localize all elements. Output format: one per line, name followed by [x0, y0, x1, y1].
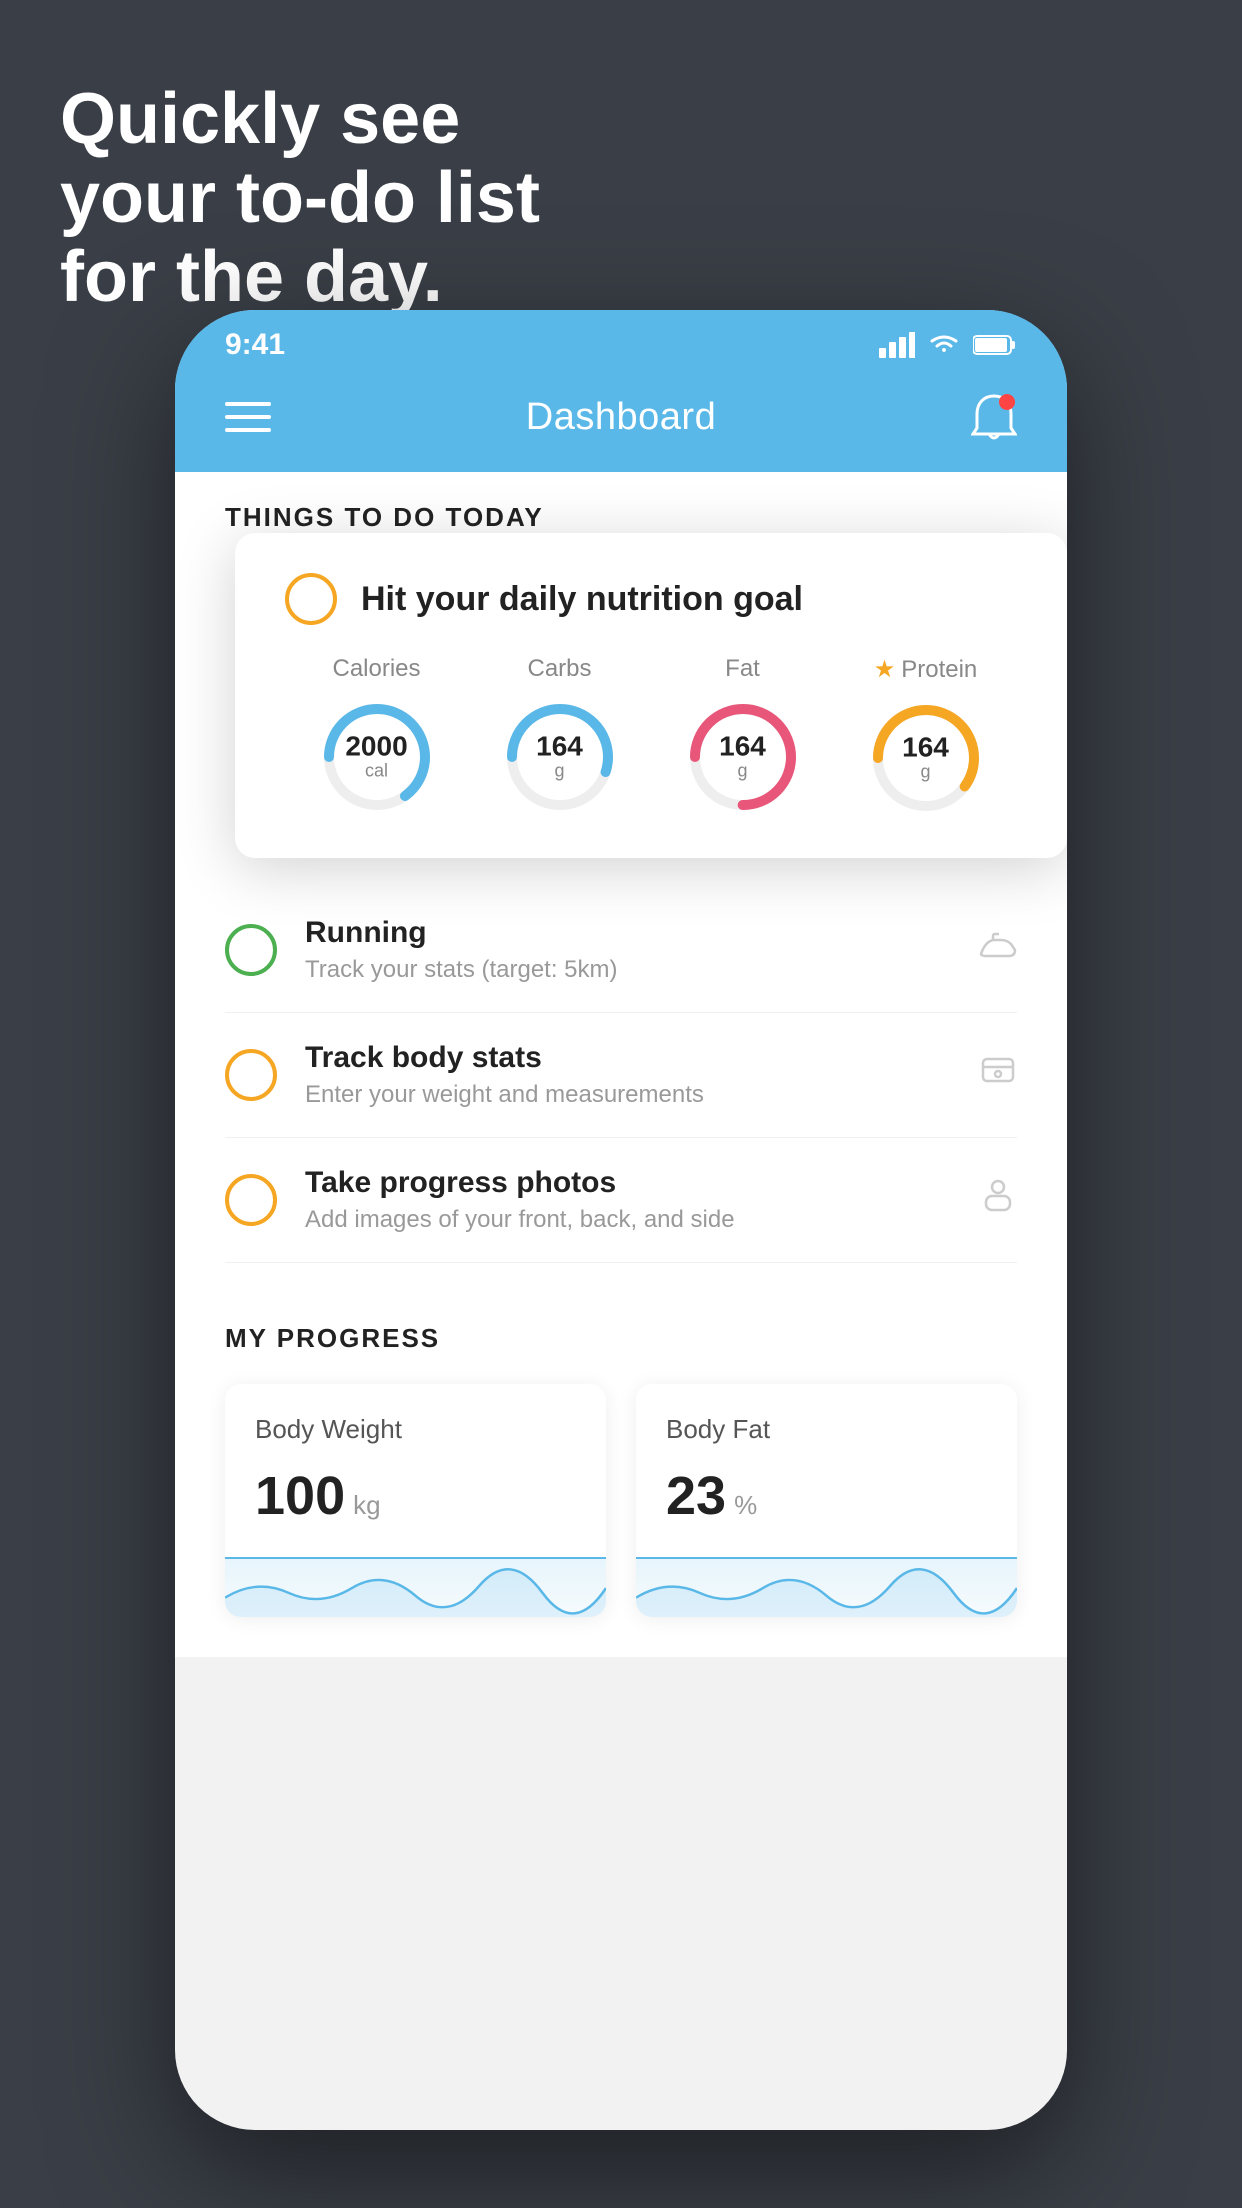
bell-icon[interactable] — [971, 392, 1017, 442]
todo-subtitle: Add images of your front, back, and side — [305, 1206, 951, 1234]
status-bar: 9:41 — [175, 310, 1067, 372]
progress-card-body-weight[interactable]: Body Weight 100 kg — [225, 1384, 606, 1617]
menu-icon[interactable] — [225, 402, 271, 432]
progress-unit: % — [734, 1490, 757, 1521]
mini-chart — [225, 1557, 606, 1617]
nutrition-item-carbs: Carbs 164 g — [500, 655, 620, 817]
todo-subtitle: Enter your weight and measurements — [305, 1081, 951, 1109]
nutrition-circles: Calories 2000 cal Carbs 164 g Fat — [285, 655, 1017, 818]
status-icons — [879, 332, 1017, 358]
progress-card-body-fat[interactable]: Body Fat 23 % — [636, 1384, 1017, 1617]
battery-icon — [973, 334, 1017, 356]
nav-title: Dashboard — [526, 396, 716, 439]
progress-card-title: Body Weight — [255, 1414, 576, 1445]
progress-number: 100 — [255, 1465, 345, 1527]
donut-text: 164 g — [719, 733, 766, 782]
nutrition-item-fat: Fat 164 g — [683, 655, 803, 817]
todo-checkbox[interactable] — [225, 1049, 277, 1101]
phone-mockup: 9:41 — [175, 310, 1067, 2130]
progress-section: MY PROGRESS Body Weight 100 kg Body Fat … — [175, 1263, 1067, 1657]
todo-circle-nutrition — [285, 573, 337, 625]
todo-checkbox[interactable] — [225, 924, 277, 976]
donut-text: 164 g — [902, 734, 949, 783]
todo-subtitle: Track your stats (target: 5km) — [305, 956, 951, 984]
donut-text: 2000 cal — [345, 733, 407, 782]
progress-cards: Body Weight 100 kg Body Fat 23 % — [225, 1384, 1017, 1617]
mini-chart — [636, 1557, 1017, 1617]
person-icon — [979, 1176, 1017, 1224]
progress-card-title: Body Fat — [666, 1414, 987, 1445]
todo-title: Take progress photos — [305, 1166, 951, 1200]
progress-value: 100 kg — [255, 1465, 576, 1527]
todo-title: Track body stats — [305, 1041, 951, 1075]
progress-number: 23 — [666, 1465, 726, 1527]
headline-line3: for the day. — [60, 238, 540, 317]
headline-line2: your to-do list — [60, 159, 540, 238]
todo-item[interactable]: Take progress photos Add images of your … — [225, 1138, 1017, 1263]
signal-icon — [879, 332, 915, 358]
nutrition-label: ★Protein — [874, 655, 978, 684]
donut-carbs: 164 g — [500, 697, 620, 817]
headline: Quickly see your to-do list for the day. — [60, 80, 540, 318]
nutrition-item-protein: ★Protein 164 g — [866, 655, 986, 818]
nutrition-card: Hit your daily nutrition goal Calories 2… — [235, 533, 1067, 858]
phone-body: Hit your daily nutrition goal Calories 2… — [175, 533, 1067, 1657]
donut-calories: 2000 cal — [317, 697, 437, 817]
shoe-icon — [979, 926, 1017, 974]
section-header: THINGS TO DO TODAY — [175, 472, 1067, 533]
todo-content: Running Track your stats (target: 5km) — [305, 916, 951, 984]
todo-content: Take progress photos Add images of your … — [305, 1166, 951, 1234]
card-header: Hit your daily nutrition goal — [285, 573, 1017, 625]
todo-title: Running — [305, 916, 951, 950]
progress-unit: kg — [353, 1490, 380, 1521]
card-title: Hit your daily nutrition goal — [361, 580, 803, 619]
donut-fat: 164 g — [683, 697, 803, 817]
progress-value: 23 % — [666, 1465, 987, 1527]
nutrition-label: Calories — [332, 655, 420, 683]
star-icon: ★ — [874, 655, 896, 684]
wifi-icon — [927, 332, 961, 358]
progress-header: MY PROGRESS — [225, 1323, 1017, 1354]
todo-item[interactable]: Track body stats Enter your weight and m… — [225, 1013, 1017, 1138]
headline-line1: Quickly see — [60, 80, 540, 159]
todo-list: Running Track your stats (target: 5km) T… — [175, 888, 1067, 1263]
nutrition-label: Carbs — [527, 655, 591, 683]
donut-text: 164 g — [536, 733, 583, 782]
status-time: 9:41 — [225, 328, 285, 362]
donut-protein: 164 g — [866, 698, 986, 818]
nav-bar: Dashboard — [175, 372, 1067, 472]
todo-checkbox[interactable] — [225, 1174, 277, 1226]
phone-top: 9:41 — [175, 310, 1067, 533]
nutrition-label: Fat — [725, 655, 760, 683]
todo-content: Track body stats Enter your weight and m… — [305, 1041, 951, 1109]
scale-icon — [979, 1051, 1017, 1099]
todo-item[interactable]: Running Track your stats (target: 5km) — [225, 888, 1017, 1013]
nutrition-item-calories: Calories 2000 cal — [317, 655, 437, 817]
